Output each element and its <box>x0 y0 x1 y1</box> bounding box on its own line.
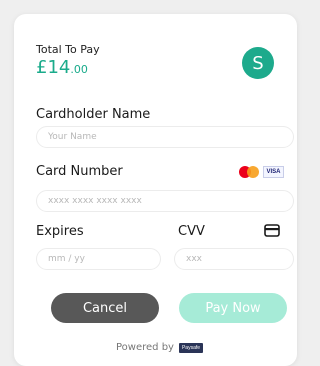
paysafe-logo: Paysafe <box>178 342 204 353</box>
expires-input[interactable]: mm / yy <box>36 248 161 270</box>
cancel-button[interactable]: Cancel <box>51 293 159 323</box>
avatar: S <box>242 47 274 79</box>
card-brands: VISA <box>238 166 284 178</box>
powered-by: Powered by Paysafe <box>116 342 204 353</box>
credit-card-icon <box>264 224 280 237</box>
cardholder-label: Cardholder Name <box>36 107 151 122</box>
visa-icon: VISA <box>263 166 284 178</box>
amount-main: £14 <box>36 57 71 78</box>
expires-label: Expires <box>36 224 84 239</box>
amount-pence: .00 <box>70 63 88 76</box>
total-amount: £14.00 <box>36 57 88 78</box>
total-label: Total To Pay <box>36 43 100 56</box>
card-number-label: Card Number <box>36 164 123 179</box>
powered-by-text: Powered by <box>116 342 174 353</box>
card-number-input[interactable]: xxxx xxxx xxxx xxxx <box>36 190 294 212</box>
mastercard-icon <box>238 166 260 178</box>
cvv-input[interactable]: xxx <box>174 248 294 270</box>
cvv-label: CVV <box>178 224 205 239</box>
cardholder-input[interactable]: Your Name <box>36 126 294 148</box>
pay-now-button[interactable]: Pay Now <box>179 293 287 323</box>
